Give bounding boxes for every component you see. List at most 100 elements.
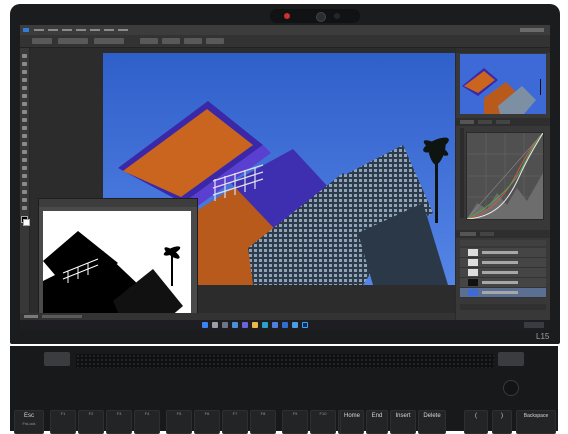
document-canvas[interactable] xyxy=(30,48,455,330)
layer-row[interactable] xyxy=(460,258,546,268)
gradient-tool-icon[interactable] xyxy=(22,142,27,146)
tool-option-button[interactable] xyxy=(94,38,124,44)
crop-tool-icon[interactable] xyxy=(22,86,27,90)
select-tool-icon[interactable] xyxy=(22,78,27,82)
key-f10[interactable]: F10 xyxy=(310,410,336,434)
speaker-grille xyxy=(76,354,494,368)
tool-option-button[interactable] xyxy=(140,38,158,44)
menu-item[interactable] xyxy=(76,29,86,31)
search-icon[interactable] xyxy=(212,322,218,328)
tool-option-button[interactable] xyxy=(162,38,180,44)
webcam-bar xyxy=(270,9,360,23)
taskbar xyxy=(20,320,550,330)
tool-option-button[interactable] xyxy=(206,38,224,44)
curves-graph[interactable] xyxy=(466,132,544,220)
type-tool-icon[interactable] xyxy=(22,174,27,178)
mail-icon[interactable] xyxy=(282,322,288,328)
menu-item[interactable] xyxy=(34,29,44,31)
key-f2[interactable]: F2 xyxy=(78,410,104,434)
store-icon[interactable] xyxy=(272,322,278,328)
path-select-icon[interactable] xyxy=(22,182,27,186)
app-menubar xyxy=(20,25,550,35)
photo-editor-icon[interactable] xyxy=(302,322,308,328)
move-tool-icon[interactable] xyxy=(22,54,27,58)
lasso-tool-icon[interactable] xyxy=(22,70,27,74)
menu-item[interactable] xyxy=(62,29,72,31)
healing-tool-icon[interactable] xyxy=(22,102,27,106)
key-left-paren[interactable]: ( xyxy=(464,410,488,434)
pen-tool-icon[interactable] xyxy=(22,166,27,170)
tool-option-button[interactable] xyxy=(58,38,88,44)
layer-row[interactable] xyxy=(460,268,546,278)
zoom-level xyxy=(24,315,38,318)
key-f1[interactable]: F1 xyxy=(50,410,76,434)
marquee-tool-icon[interactable] xyxy=(22,62,27,66)
curves-chart xyxy=(466,132,544,220)
navigator-image xyxy=(460,54,546,114)
window-controls[interactable] xyxy=(520,28,544,32)
navigator-tabs[interactable] xyxy=(456,48,550,53)
task-view-icon[interactable] xyxy=(222,322,228,328)
file-explorer-icon[interactable] xyxy=(252,322,258,328)
key-f9[interactable]: F9 xyxy=(282,410,308,434)
menu-item[interactable] xyxy=(90,29,100,31)
background-color-swatch[interactable] xyxy=(23,219,30,226)
hand-tool-icon[interactable] xyxy=(22,198,27,202)
menu-item[interactable] xyxy=(118,29,128,31)
key-f7[interactable]: F7 xyxy=(222,410,248,434)
webcam-led-icon xyxy=(284,13,290,19)
tool-option-button[interactable] xyxy=(184,38,202,44)
menu-item[interactable] xyxy=(48,29,58,31)
screen xyxy=(20,25,550,330)
power-button[interactable] xyxy=(503,380,519,396)
eraser-tool-icon[interactable] xyxy=(22,134,27,138)
tool-option-button[interactable] xyxy=(32,38,52,44)
navigator-thumbnail[interactable] xyxy=(460,54,546,114)
key-end[interactable]: End xyxy=(366,410,388,434)
browser-icon[interactable] xyxy=(262,322,268,328)
document-info xyxy=(42,315,82,318)
system-tray[interactable] xyxy=(524,322,544,328)
layer-row-selected[interactable] xyxy=(460,288,546,298)
laptop: L15 Esc FnLock F1 F2 F3 F4 F5 F6 F7 F8 F9… xyxy=(0,0,568,434)
layer-row[interactable] xyxy=(460,248,546,258)
blur-tool-icon[interactable] xyxy=(22,150,27,154)
right-panels xyxy=(456,48,550,320)
menu-item[interactable] xyxy=(104,29,114,31)
key-esc[interactable]: Esc FnLock xyxy=(14,410,44,434)
layer-row[interactable] xyxy=(460,278,546,288)
key-delete[interactable]: Delete xyxy=(418,410,446,434)
key-right-paren[interactable]: ) xyxy=(492,410,512,434)
key-f8[interactable]: F8 xyxy=(250,410,276,434)
adjustments-tabs[interactable] xyxy=(456,118,550,126)
floating-document-window[interactable] xyxy=(38,198,198,330)
bw-photo-image xyxy=(43,211,191,323)
key-backspace[interactable]: Backspace xyxy=(516,410,556,434)
layers-panel-tabs[interactable] xyxy=(456,230,550,238)
brush-tool-icon[interactable] xyxy=(22,110,27,114)
layer-blend-mode[interactable] xyxy=(460,240,546,246)
key-f6[interactable]: F6 xyxy=(194,410,220,434)
black-and-white-photo[interactable] xyxy=(43,211,191,323)
history-brush-icon[interactable] xyxy=(22,126,27,130)
shape-tool-icon[interactable] xyxy=(22,190,27,194)
key-f5[interactable]: F5 xyxy=(166,410,192,434)
key-home[interactable]: Home xyxy=(340,410,364,434)
layers-footer-buttons[interactable] xyxy=(460,304,546,310)
start-menu-icon[interactable] xyxy=(202,322,208,328)
widgets-icon[interactable] xyxy=(232,322,238,328)
key-f4[interactable]: F4 xyxy=(134,410,160,434)
left-hinge xyxy=(44,352,70,366)
eyedropper-tool-icon[interactable] xyxy=(22,94,27,98)
zoom-tool-icon[interactable] xyxy=(22,206,27,210)
calendar-icon[interactable] xyxy=(292,322,298,328)
dodge-tool-icon[interactable] xyxy=(22,158,27,162)
app-logo-icon xyxy=(23,28,29,32)
chat-icon[interactable] xyxy=(242,322,248,328)
key-insert[interactable]: Insert xyxy=(390,410,416,434)
tools-panel xyxy=(20,48,30,318)
stamp-tool-icon[interactable] xyxy=(22,118,27,122)
right-hinge xyxy=(498,352,524,366)
document-title-bar[interactable] xyxy=(39,199,197,207)
key-f3[interactable]: F3 xyxy=(106,410,132,434)
